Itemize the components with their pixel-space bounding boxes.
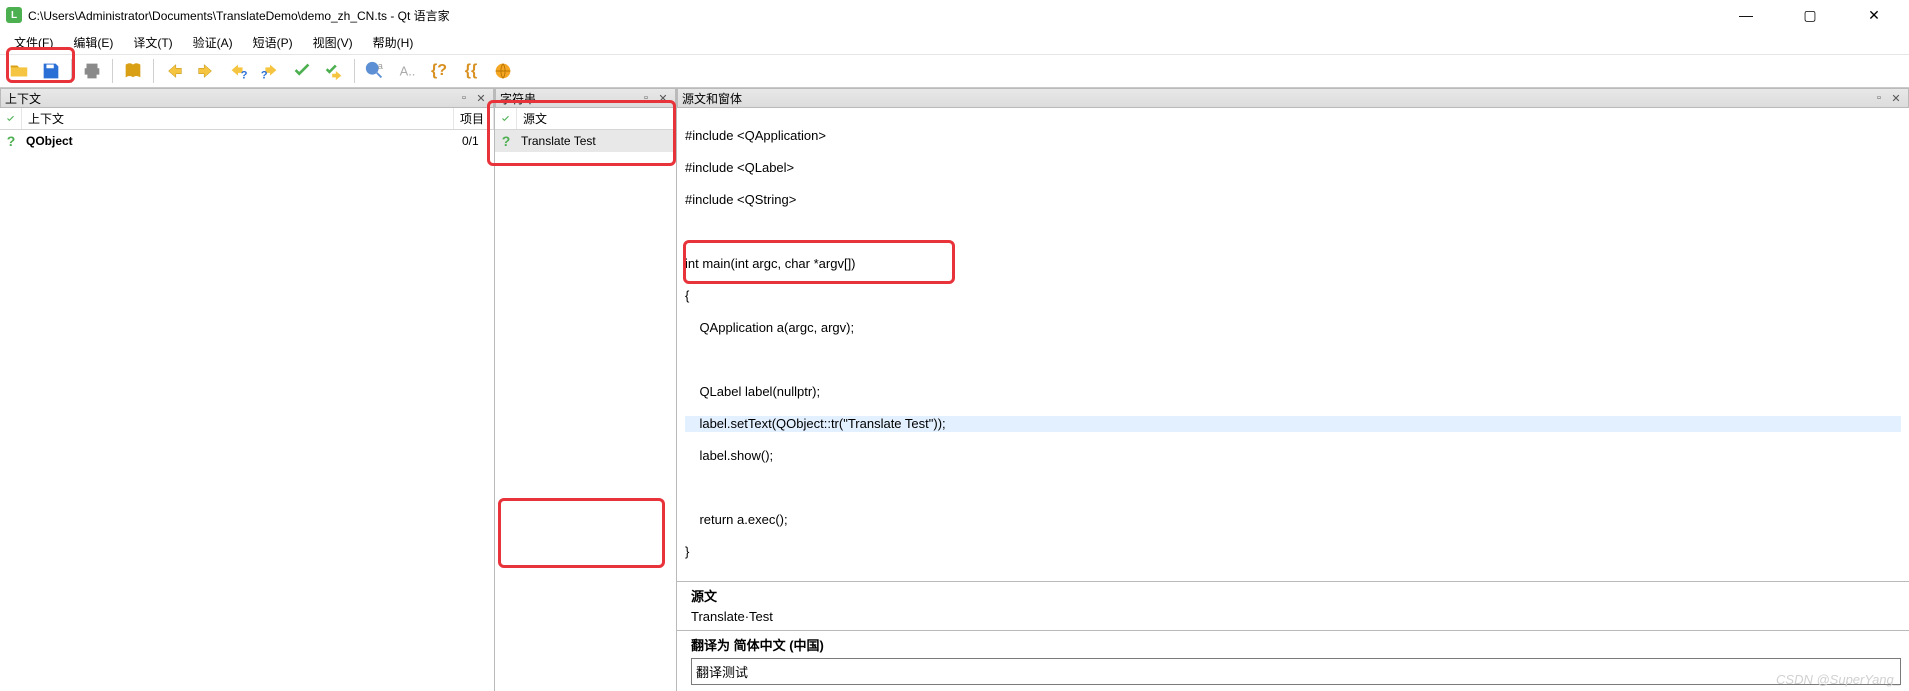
menu-bar: 文件(F) 编辑(E) 译文(T) 验证(A) 短语(P) 视图(V) 帮助(H… bbox=[0, 30, 1909, 54]
find-phrase-button[interactable]: a bbox=[360, 56, 390, 86]
prev-unfinished-button[interactable]: ? bbox=[223, 56, 253, 86]
context-pane: 上下文 ▫ ✕ 上下文 项目 ? QObject 0/1 bbox=[0, 88, 495, 691]
strings-float-button[interactable]: ▫ bbox=[638, 90, 654, 106]
svg-text:?: ? bbox=[241, 69, 248, 81]
translation-panel: 翻译为 简体中文 (中国) 翻译测试 bbox=[677, 630, 1909, 691]
code-area[interactable]: #include <QApplication> #include <QLabel… bbox=[677, 108, 1909, 581]
workspace: 上下文 ▫ ✕ 上下文 项目 ? QObject 0/1 字符串 ▫ ✕ bbox=[0, 88, 1909, 691]
context-float-button[interactable]: ▫ bbox=[456, 90, 472, 106]
context-col-name[interactable]: 上下文 bbox=[22, 108, 454, 129]
prev-button[interactable] bbox=[159, 56, 189, 86]
braces-button[interactable]: {{ bbox=[456, 56, 486, 86]
print-button[interactable] bbox=[77, 56, 107, 86]
next-button[interactable] bbox=[191, 56, 221, 86]
source-float-button[interactable]: ▫ bbox=[1871, 90, 1887, 106]
menu-edit[interactable]: 编辑(E) bbox=[63, 31, 123, 54]
brace-q-icon: {? bbox=[431, 62, 447, 80]
context-header: 上下文 ▫ ✕ bbox=[0, 88, 494, 108]
context-row[interactable]: ? QObject 0/1 bbox=[0, 130, 494, 152]
checkmark-icon bbox=[501, 114, 510, 123]
menu-view[interactable]: 视图(V) bbox=[303, 31, 363, 54]
source-text-value: Translate·Test bbox=[677, 607, 1909, 630]
translation-input[interactable]: 翻译测试 bbox=[691, 658, 1901, 685]
next-unfinished-button[interactable]: ? bbox=[255, 56, 285, 86]
strings-pane: 字符串 ▫ ✕ 源文 ? Translate Test bbox=[495, 88, 677, 691]
context-row-items: 0/1 bbox=[458, 134, 494, 148]
minimize-button[interactable]: — bbox=[1723, 0, 1769, 30]
context-title: 上下文 bbox=[5, 90, 41, 107]
lowercase-button[interactable]: A.. bbox=[392, 56, 422, 86]
source-header: 源文和窗体 ▫ ✕ bbox=[677, 88, 1909, 108]
menu-validate[interactable]: 验证(A) bbox=[183, 31, 243, 54]
title-bar: L C:\Users\Administrator\Documents\Trans… bbox=[0, 0, 1909, 30]
strings-title: 字符串 bbox=[500, 90, 536, 107]
translation-header: 翻译为 简体中文 (中国) bbox=[677, 631, 1909, 656]
save-button[interactable] bbox=[36, 56, 66, 86]
done-next-button[interactable] bbox=[319, 56, 349, 86]
source-text-header: 源文 bbox=[677, 582, 1909, 607]
strings-header: 字符串 ▫ ✕ bbox=[495, 88, 676, 108]
menu-help[interactable]: 帮助(H) bbox=[363, 31, 424, 54]
braces-icon: {{ bbox=[465, 62, 477, 80]
strings-col-text[interactable]: 源文 bbox=[517, 108, 676, 129]
source-text-panel: 源文 Translate·Test bbox=[677, 581, 1909, 630]
svg-text:a: a bbox=[378, 61, 384, 71]
source-close-button[interactable]: ✕ bbox=[1888, 90, 1904, 106]
context-table-head: 上下文 项目 bbox=[0, 108, 494, 130]
strings-close-button[interactable]: ✕ bbox=[655, 90, 671, 106]
done-button[interactable] bbox=[287, 56, 317, 86]
globe-button[interactable] bbox=[488, 56, 518, 86]
toolbar: ? ? a A.. {? {{ bbox=[0, 54, 1909, 88]
strings-row-text: Translate Test bbox=[517, 134, 600, 148]
source-title: 源文和窗体 bbox=[682, 90, 742, 107]
context-row-name: QObject bbox=[22, 134, 458, 148]
context-col-items[interactable]: 项目 bbox=[454, 108, 494, 129]
menu-translate[interactable]: 译文(T) bbox=[123, 31, 182, 54]
checkmark-icon bbox=[6, 114, 15, 123]
app-icon: L bbox=[6, 7, 22, 23]
open-button[interactable] bbox=[4, 56, 34, 86]
menu-file[interactable]: 文件(F) bbox=[4, 31, 63, 54]
svg-text:A..: A.. bbox=[400, 64, 416, 79]
menu-phrases[interactable]: 短语(P) bbox=[243, 31, 303, 54]
question-icon: ? bbox=[502, 133, 511, 149]
context-close-button[interactable]: ✕ bbox=[473, 90, 489, 106]
maximize-button[interactable]: ▢ bbox=[1787, 0, 1833, 30]
watermark: CSDN @SuperYang_ bbox=[1776, 672, 1901, 687]
window-title: C:\Users\Administrator\Documents\Transla… bbox=[28, 7, 1723, 24]
phrasebook-button[interactable] bbox=[118, 56, 148, 86]
strings-table-head: 源文 bbox=[495, 108, 676, 130]
close-button[interactable]: ✕ bbox=[1851, 0, 1897, 30]
source-pane: 源文和窗体 ▫ ✕ #include <QApplication> #inclu… bbox=[677, 88, 1909, 691]
svg-text:?: ? bbox=[261, 69, 268, 81]
strings-row[interactable]: ? Translate Test bbox=[495, 130, 676, 152]
brace-q-button[interactable]: {? bbox=[424, 56, 454, 86]
question-icon: ? bbox=[7, 133, 16, 149]
